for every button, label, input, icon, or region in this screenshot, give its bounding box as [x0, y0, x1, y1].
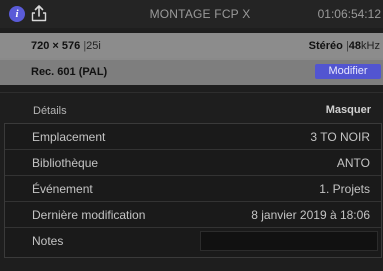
audio-format: Stéréo |48kHz	[309, 40, 380, 52]
frame-rate: 25i	[86, 40, 101, 52]
row-value[interactable]: ANTO	[337, 156, 370, 170]
format-panel: 720 × 576 |25i Stéréo |48kHz Rec. 601 (P…	[0, 33, 383, 85]
details-row-event: Événement 1. Projets	[5, 176, 381, 202]
video-resolution: 720 × 576	[31, 40, 81, 52]
info-icon[interactable]: i	[9, 6, 25, 22]
project-title: MONTAGE FCP X	[149, 7, 251, 21]
details-row-notes: Notes	[5, 228, 381, 254]
inspector-header: i MONTAGE FCP X 01:06:54:12	[0, 0, 383, 28]
row-label: Emplacement	[32, 130, 106, 144]
audio-channels: Stéréo	[308, 40, 343, 52]
video-format: 720 × 576 |25i	[31, 40, 101, 52]
row-value[interactable]: 3 TO NOIR	[310, 130, 370, 144]
format-row-colorspace: Rec. 601 (PAL) Modifier	[0, 60, 383, 85]
modify-button[interactable]: Modifier	[315, 64, 381, 79]
section-divider	[0, 92, 383, 93]
details-table: Emplacement 3 TO NOIR Bibliothèque ANTO …	[4, 123, 382, 258]
row-value: 8 janvier 2019 à 18:06	[251, 208, 370, 222]
details-row-location: Emplacement 3 TO NOIR	[5, 124, 381, 150]
row-value[interactable]: 1. Projets	[319, 182, 370, 196]
row-label: Dernière modification	[32, 208, 146, 222]
audio-rate-unit: kHz	[361, 40, 380, 52]
notes-label: Notes	[32, 234, 64, 248]
color-space: Rec. 601 (PAL)	[31, 66, 108, 78]
details-row-last-modified: Dernière modification 8 janvier 2019 à 1…	[5, 202, 381, 228]
audio-rate: 48	[348, 40, 362, 52]
details-section-label: Détails	[33, 105, 67, 117]
details-row-library: Bibliothèque ANTO	[5, 150, 381, 176]
share-icon[interactable]	[31, 5, 47, 22]
timecode-display: 01:06:54:12	[317, 7, 381, 21]
format-row-resolution: 720 × 576 |25i Stéréo |48kHz	[0, 33, 383, 58]
hide-details-button[interactable]: Masquer	[326, 104, 371, 116]
notes-field[interactable]	[200, 231, 378, 251]
info-icon-glyph: i	[15, 8, 19, 20]
row-label: Événement	[32, 182, 93, 196]
row-label: Bibliothèque	[32, 156, 99, 170]
